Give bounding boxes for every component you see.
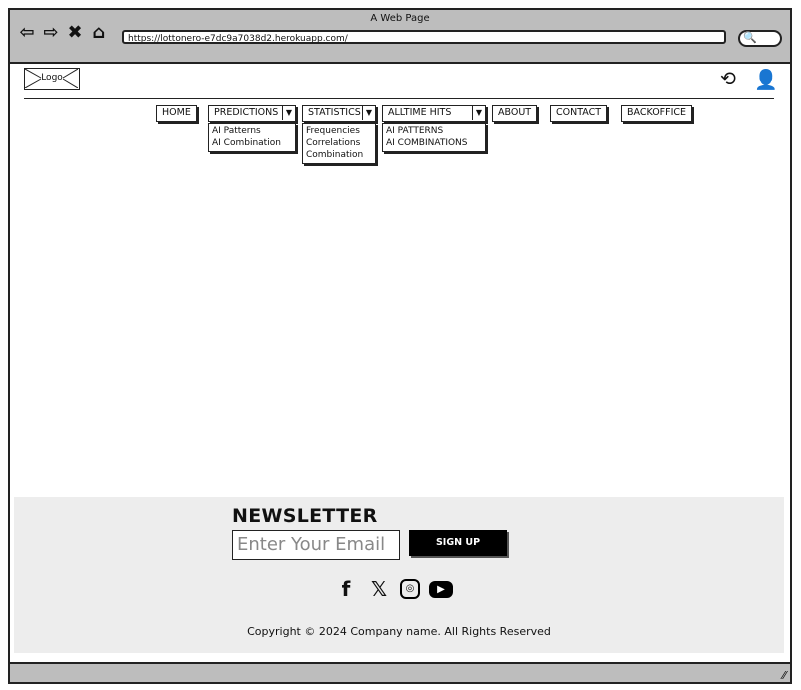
nav-statistics[interactable]: STATISTICS ▼ [302, 105, 376, 122]
home-icon[interactable]: ⌂ [90, 24, 108, 42]
search-icon: 🔍 [743, 31, 757, 44]
browser-nav: ⇦ ⇨ ✖ ⌂ [18, 24, 108, 42]
copyright-text: Copyright © 2024 Company name. All Right… [247, 625, 551, 638]
nav-predictions[interactable]: PREDICTIONS ▼ [208, 105, 296, 122]
nav-about[interactable]: ABOUT [492, 105, 538, 122]
nav-backoffice[interactable]: BACKOFFICE [621, 105, 693, 122]
instagram-icon[interactable]: ◎ [400, 579, 420, 599]
dropdown-item[interactable]: Combination [306, 149, 372, 161]
dropdown-item[interactable]: AI Patterns [212, 125, 292, 137]
logo-label: Logo [41, 73, 63, 83]
browser-titlebar: A Web Page ⇦ ⇨ ✖ ⌂ https://lottonero-e7d… [10, 10, 790, 64]
signup-button[interactable]: SIGN UP [409, 530, 507, 556]
chevron-down-icon[interactable]: ▼ [472, 106, 485, 120]
dropdown-item[interactable]: AI PATTERNS [386, 125, 482, 137]
browser-search[interactable]: 🔍 [738, 30, 782, 47]
social-links: f 𝕏 ◎ ▶ [334, 577, 453, 601]
dropdown-item[interactable]: Correlations [306, 137, 372, 149]
chevron-down-icon[interactable]: ▼ [282, 106, 295, 120]
dropdown-item[interactable]: Frequencies [306, 125, 372, 137]
statistics-dropdown: Frequencies Correlations Combination [302, 123, 376, 164]
browser-window: A Web Page ⇦ ⇨ ✖ ⌂ https://lottonero-e7d… [8, 8, 792, 684]
header-divider [24, 98, 774, 99]
facebook-icon[interactable]: f [334, 577, 358, 601]
nav-statistics-label: STATISTICS [308, 107, 361, 118]
logo[interactable]: Logo [24, 68, 80, 90]
resize-grip-icon[interactable]: ⁄⁄ [782, 669, 786, 682]
nav-alltime-hits[interactable]: ALLTIME HITS ▼ [382, 105, 486, 122]
nav-alltime-label: ALLTIME HITS [388, 107, 452, 118]
dropdown-item[interactable]: AI Combination [212, 137, 292, 149]
nav-home[interactable]: HOME [156, 105, 197, 122]
nav-predictions-label: PREDICTIONS [214, 107, 279, 118]
youtube-icon[interactable]: ▶ [429, 580, 453, 598]
email-field[interactable]: Enter Your Email [232, 530, 400, 560]
url-bar[interactable]: https://lottonero-e7dc9a7038d2.herokuapp… [122, 30, 726, 44]
x-icon[interactable]: 𝕏 [367, 577, 391, 601]
footer: NEWSLETTER Enter Your Email SIGN UP f 𝕏 … [14, 497, 784, 653]
back-icon[interactable]: ⇦ [18, 24, 36, 42]
forward-icon[interactable]: ⇨ [42, 24, 60, 42]
dropdown-item[interactable]: AI COMBINATIONS [386, 137, 482, 149]
alltime-dropdown: AI PATTERNS AI COMBINATIONS [382, 123, 486, 152]
newsletter-title: NEWSLETTER [232, 505, 378, 527]
nav-contact[interactable]: CONTACT [550, 105, 608, 122]
chevron-down-icon[interactable]: ▼ [362, 106, 375, 120]
browser-statusbar: ⁄⁄ [10, 662, 790, 682]
history-icon[interactable]: ⟲ [720, 68, 736, 90]
close-icon[interactable]: ✖ [66, 24, 84, 42]
user-icon[interactable]: 👤 [754, 68, 778, 91]
predictions-dropdown: AI Patterns AI Combination [208, 123, 296, 152]
window-title: A Web Page [370, 13, 430, 24]
